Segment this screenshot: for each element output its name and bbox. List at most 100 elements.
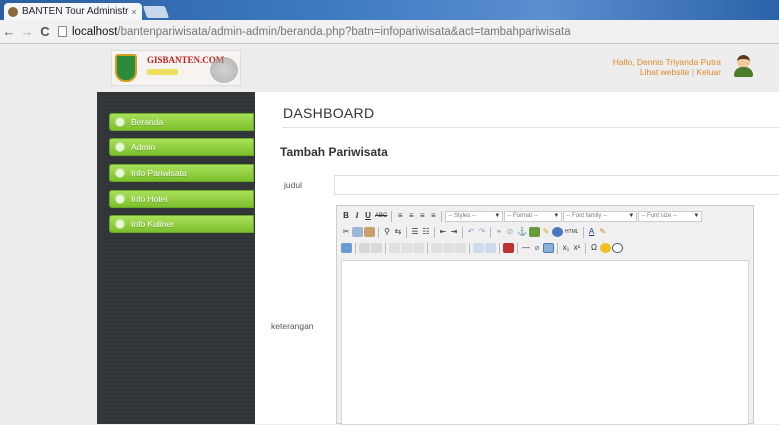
merge-cells-icon[interactable]	[485, 243, 496, 253]
replace-icon[interactable]: ⇆	[393, 226, 403, 238]
background-color-icon[interactable]: ✎	[598, 226, 608, 238]
sidebar-item-label: Info Hotel	[131, 194, 168, 204]
reload-button[interactable]: C	[36, 24, 54, 39]
title-divider	[282, 127, 779, 128]
main-content: DASHBOARD Tambah Pariwisata judul ketera…	[255, 92, 779, 425]
special-char-button[interactable]: Ω	[589, 242, 599, 254]
insert-row-before-icon[interactable]	[389, 243, 400, 253]
subscript-button[interactable]: x₁	[561, 242, 571, 254]
page-title: DASHBOARD	[283, 105, 375, 121]
user-avatar-icon	[733, 55, 753, 77]
font-size-select[interactable]: -- Font size -- ▼	[638, 210, 703, 222]
user-greeting: Hallo, Dennis Triyanda Putra	[612, 57, 721, 67]
underline-button[interactable]: U	[363, 210, 373, 222]
tab-close-icon[interactable]: ×	[129, 7, 139, 17]
cleanup-icon[interactable]: ✎	[541, 226, 551, 238]
insert-col-after-icon[interactable]	[443, 243, 454, 253]
browser-toolbar: ← → C localhost/bantenpariwisata/admin-a…	[0, 20, 779, 44]
judul-input[interactable]	[334, 175, 779, 195]
sidebar-item-beranda[interactable]: Beranda	[109, 113, 254, 131]
forward-button[interactable]: →	[18, 24, 36, 39]
italic-button[interactable]: I	[352, 210, 362, 222]
bullet-icon	[115, 219, 125, 229]
keterangan-label: keterangan	[271, 321, 314, 331]
strikethrough-button[interactable]: ABC	[374, 210, 388, 222]
horizontal-rule-button[interactable]: —	[521, 242, 531, 254]
link-separator: |	[691, 67, 695, 77]
undo-icon[interactable]: ↶	[466, 226, 476, 238]
link-icon[interactable]: ⚭	[494, 226, 504, 238]
logout-link[interactable]: Keluar	[696, 67, 721, 77]
remove-format-icon[interactable]: ⌀	[532, 242, 542, 254]
redo-icon[interactable]: ↷	[477, 226, 487, 238]
table-cell-props-icon[interactable]	[371, 243, 382, 253]
styles-select[interactable]: -- Styles -- ▼	[445, 210, 504, 222]
align-justify-icon[interactable]: ≡	[428, 210, 438, 222]
help-icon[interactable]	[551, 227, 563, 237]
url-path: /bantenpariwisata/admin-admin/beranda.ph…	[117, 25, 571, 38]
bold-button[interactable]: B	[341, 210, 351, 222]
page: GISBANTEN.COM Hallo, Dennis Triyanda Put…	[0, 45, 779, 425]
preview-icon[interactable]	[612, 243, 623, 253]
user-info: Hallo, Dennis Triyanda Putra Lihat websi…	[613, 57, 721, 77]
editor-toolbar-row-3: — ⌀ x₁ x¹ Ω	[341, 241, 623, 255]
split-cells-icon[interactable]	[473, 243, 484, 253]
html-source-button[interactable]: HTML	[564, 226, 580, 238]
sidebar-item-info-hotel[interactable]: Info Hotel	[109, 190, 254, 208]
editor-toolbar-row-2: ✂ ⚲ ⇆ ☰ ☷ ⇤ ⇥ ↶ ↷ ⚭ ⊘ ⚓ ✎ HTML A ✎	[341, 225, 608, 239]
text-color-button[interactable]: A	[587, 226, 597, 238]
address-bar[interactable]: localhost/bantenpariwisata/admin-admin/b…	[58, 23, 775, 41]
align-right-icon[interactable]: ≡	[417, 210, 427, 222]
browser-tab-bar: BANTEN Tour Administra ×	[0, 0, 779, 20]
bullet-icon	[115, 117, 125, 127]
bullet-list-icon[interactable]: ☰	[410, 226, 420, 238]
delete-col-icon[interactable]	[455, 243, 466, 253]
sidebar-item-info-pariwisata[interactable]: Info Pariwisata	[109, 164, 254, 182]
font-family-select[interactable]: -- Font family -- ▼	[563, 210, 638, 222]
image-icon[interactable]	[528, 227, 540, 237]
back-button[interactable]: ←	[0, 24, 18, 39]
editor-content-area[interactable]	[341, 260, 749, 425]
numbered-list-icon[interactable]: ☷	[421, 226, 431, 238]
unlink-icon[interactable]: ⊘	[505, 226, 515, 238]
format-select[interactable]: -- Format -- ▼	[504, 210, 563, 222]
emoticon-icon[interactable]	[600, 243, 611, 253]
sidebar-item-label: Beranda	[131, 117, 164, 127]
sidebar-item-label: Info Kuliner	[131, 219, 174, 229]
banten-emblem-icon	[115, 54, 137, 82]
cut-icon[interactable]: ✂	[341, 226, 351, 238]
sidebar-item-admin[interactable]: Admin	[109, 138, 254, 156]
copy-icon[interactable]	[352, 227, 363, 237]
indent-icon[interactable]: ⇥	[449, 226, 459, 238]
logo-tagline	[147, 69, 178, 75]
site-header: GISBANTEN.COM Hallo, Dennis Triyanda Put…	[0, 45, 779, 92]
browser-tab[interactable]: BANTEN Tour Administra ×	[4, 3, 142, 20]
sidebar: Beranda Admin Info Pariwisata Info Hotel…	[97, 92, 255, 424]
url-host: localhost	[72, 25, 118, 38]
view-website-link[interactable]: Lihat website	[640, 67, 690, 77]
find-icon[interactable]: ⚲	[382, 226, 392, 238]
section-title: Tambah Pariwisata	[280, 145, 388, 159]
editor-toolbar-row-1: B I U ABC ≡ ≡ ≡ ≡ -- Styles -- ▼ -- Forma…	[341, 209, 703, 223]
logo-artwork-icon	[210, 57, 238, 83]
table-insert-icon[interactable]	[341, 243, 352, 253]
sidebar-item-info-kuliner[interactable]: Info Kuliner	[109, 215, 254, 233]
site-logo[interactable]: GISBANTEN.COM	[111, 50, 241, 86]
superscript-button[interactable]: x¹	[572, 242, 582, 254]
anchor-icon[interactable]: ⚓	[516, 226, 528, 238]
favicon-icon	[8, 6, 18, 17]
insert-row-after-icon[interactable]	[401, 243, 412, 253]
align-center-icon[interactable]: ≡	[406, 210, 416, 222]
table-row-props-icon[interactable]	[359, 243, 370, 253]
page-icon	[58, 26, 67, 37]
bullet-icon	[115, 142, 125, 152]
insert-col-before-icon[interactable]	[431, 243, 442, 253]
new-tab-button[interactable]	[142, 6, 170, 18]
paste-icon[interactable]	[364, 227, 375, 237]
delete-row-icon[interactable]	[413, 243, 424, 253]
align-left-icon[interactable]: ≡	[395, 210, 405, 222]
bullet-icon	[115, 194, 125, 204]
visual-aid-icon[interactable]	[543, 243, 554, 253]
outdent-icon[interactable]: ⇤	[438, 226, 448, 238]
youtube-media-icon[interactable]	[503, 243, 514, 253]
